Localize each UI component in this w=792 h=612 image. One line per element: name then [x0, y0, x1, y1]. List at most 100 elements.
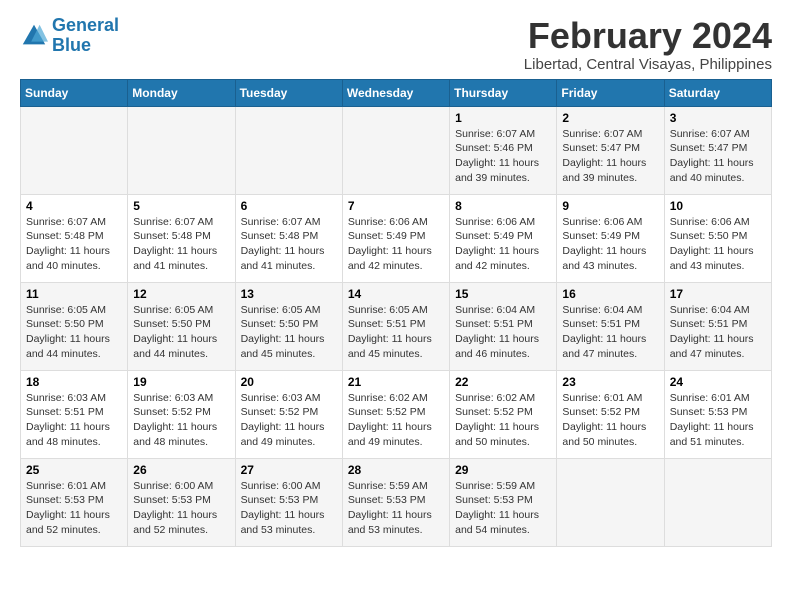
- day-info: Sunrise: 6:00 AM Sunset: 5:53 PM Dayligh…: [241, 479, 337, 538]
- calendar-cell: [664, 458, 771, 546]
- day-number: 10: [670, 199, 766, 213]
- calendar-cell: 16 Sunrise: 6:04 AM Sunset: 5:51 PM Dayli…: [557, 282, 664, 370]
- day-number: 20: [241, 375, 337, 389]
- month-title: February 2024: [524, 16, 772, 56]
- day-number: 9: [562, 199, 658, 213]
- calendar-cell: 21Sunrise: 6:02 AM Sunset: 5:52 PM Dayli…: [342, 370, 449, 458]
- weekday-header-wednesday: Wednesday: [342, 79, 449, 106]
- day-number: 18: [26, 375, 122, 389]
- calendar-cell: [557, 458, 664, 546]
- day-info: Sunrise: 6:03 AM Sunset: 5:51 PM Dayligh…: [26, 391, 122, 450]
- day-number: 7: [348, 199, 444, 213]
- weekday-header-saturday: Saturday: [664, 79, 771, 106]
- title-area: February 2024 Libertad, Central Visayas,…: [524, 16, 772, 73]
- calendar-cell: 17 Sunrise: 6:04 AM Sunset: 5:51 PM Dayli…: [664, 282, 771, 370]
- day-number: 26: [133, 463, 229, 477]
- calendar-week-row: 18 Sunrise: 6:03 AM Sunset: 5:51 PM Dayli…: [21, 370, 772, 458]
- calendar-cell: 28 Sunrise: 5:59 AM Sunset: 5:53 PM Dayli…: [342, 458, 449, 546]
- day-info: Sunrise: 6:03 AM Sunset: 5:52 PM Dayligh…: [133, 391, 229, 450]
- day-info: Sunrise: 6:00 AM Sunset: 5:53 PM Dayligh…: [133, 479, 229, 538]
- day-info: Sunrise: 5:59 AM Sunset: 5:53 PM Dayligh…: [455, 479, 551, 538]
- calendar-cell: 8Sunrise: 6:06 AM Sunset: 5:49 PM Daylig…: [450, 194, 557, 282]
- day-info: Sunrise: 6:05 AM Sunset: 5:50 PM Dayligh…: [26, 303, 122, 362]
- calendar-cell: 6 Sunrise: 6:07 AM Sunset: 5:48 PM Daylig…: [235, 194, 342, 282]
- calendar-cell: 9Sunrise: 6:06 AM Sunset: 5:49 PM Daylig…: [557, 194, 664, 282]
- calendar-cell: 29Sunrise: 5:59 AM Sunset: 5:53 PM Dayli…: [450, 458, 557, 546]
- day-info: Sunrise: 6:04 AM Sunset: 5:51 PM Dayligh…: [670, 303, 766, 362]
- day-info: Sunrise: 6:07 AM Sunset: 5:48 PM Dayligh…: [26, 215, 122, 274]
- day-info: Sunrise: 6:05 AM Sunset: 5:51 PM Dayligh…: [348, 303, 444, 362]
- day-number: 17: [670, 287, 766, 301]
- day-number: 28: [348, 463, 444, 477]
- day-number: 11: [26, 287, 122, 301]
- weekday-header-thursday: Thursday: [450, 79, 557, 106]
- weekday-header-monday: Monday: [128, 79, 235, 106]
- day-number: 6: [241, 199, 337, 213]
- weekday-header-sunday: Sunday: [21, 79, 128, 106]
- weekday-header-row: SundayMondayTuesdayWednesdayThursdayFrid…: [21, 79, 772, 106]
- calendar-cell: 3 Sunrise: 6:07 AM Sunset: 5:47 PM Daylig…: [664, 106, 771, 194]
- logo-text: General Blue: [52, 16, 119, 56]
- calendar-cell: [235, 106, 342, 194]
- day-info: Sunrise: 6:07 AM Sunset: 5:47 PM Dayligh…: [670, 127, 766, 186]
- day-info: Sunrise: 6:05 AM Sunset: 5:50 PM Dayligh…: [241, 303, 337, 362]
- day-info: Sunrise: 5:59 AM Sunset: 5:53 PM Dayligh…: [348, 479, 444, 538]
- day-number: 16: [562, 287, 658, 301]
- calendar-cell: [342, 106, 449, 194]
- day-info: Sunrise: 6:04 AM Sunset: 5:51 PM Dayligh…: [455, 303, 551, 362]
- day-info: Sunrise: 6:04 AM Sunset: 5:51 PM Dayligh…: [562, 303, 658, 362]
- calendar-cell: 5 Sunrise: 6:07 AM Sunset: 5:48 PM Daylig…: [128, 194, 235, 282]
- calendar-table: SundayMondayTuesdayWednesdayThursdayFrid…: [20, 79, 772, 547]
- calendar-cell: 12 Sunrise: 6:05 AM Sunset: 5:50 PM Dayli…: [128, 282, 235, 370]
- day-number: 22: [455, 375, 551, 389]
- calendar-week-row: 25 Sunrise: 6:01 AM Sunset: 5:53 PM Dayli…: [21, 458, 772, 546]
- day-number: 3: [670, 111, 766, 125]
- day-number: 19: [133, 375, 229, 389]
- day-number: 13: [241, 287, 337, 301]
- calendar-cell: 25 Sunrise: 6:01 AM Sunset: 5:53 PM Dayli…: [21, 458, 128, 546]
- logo-line1: General: [52, 15, 119, 35]
- day-info: Sunrise: 6:03 AM Sunset: 5:52 PM Dayligh…: [241, 391, 337, 450]
- calendar-cell: [21, 106, 128, 194]
- weekday-header-friday: Friday: [557, 79, 664, 106]
- day-info: Sunrise: 6:07 AM Sunset: 5:48 PM Dayligh…: [241, 215, 337, 274]
- day-info: Sunrise: 6:07 AM Sunset: 5:48 PM Dayligh…: [133, 215, 229, 274]
- calendar-cell: 10Sunrise: 6:06 AM Sunset: 5:50 PM Dayli…: [664, 194, 771, 282]
- day-info: Sunrise: 6:07 AM Sunset: 5:46 PM Dayligh…: [455, 127, 551, 186]
- day-number: 14: [348, 287, 444, 301]
- day-info: Sunrise: 6:06 AM Sunset: 5:49 PM Dayligh…: [455, 215, 551, 274]
- calendar-week-row: 4 Sunrise: 6:07 AM Sunset: 5:48 PM Daylig…: [21, 194, 772, 282]
- day-info: Sunrise: 6:01 AM Sunset: 5:52 PM Dayligh…: [562, 391, 658, 450]
- day-info: Sunrise: 6:07 AM Sunset: 5:47 PM Dayligh…: [562, 127, 658, 186]
- day-info: Sunrise: 6:02 AM Sunset: 5:52 PM Dayligh…: [348, 391, 444, 450]
- day-info: Sunrise: 6:02 AM Sunset: 5:52 PM Dayligh…: [455, 391, 551, 450]
- logo-icon: [20, 22, 48, 50]
- day-number: 12: [133, 287, 229, 301]
- day-number: 5: [133, 199, 229, 213]
- logo-line2: Blue: [52, 36, 119, 56]
- day-info: Sunrise: 6:05 AM Sunset: 5:50 PM Dayligh…: [133, 303, 229, 362]
- day-number: 25: [26, 463, 122, 477]
- calendar-cell: 19 Sunrise: 6:03 AM Sunset: 5:52 PM Dayli…: [128, 370, 235, 458]
- day-info: Sunrise: 6:01 AM Sunset: 5:53 PM Dayligh…: [670, 391, 766, 450]
- header: General Blue February 2024 Libertad, Cen…: [20, 16, 772, 73]
- calendar-cell: 4 Sunrise: 6:07 AM Sunset: 5:48 PM Daylig…: [21, 194, 128, 282]
- day-number: 1: [455, 111, 551, 125]
- calendar-cell: 13 Sunrise: 6:05 AM Sunset: 5:50 PM Dayli…: [235, 282, 342, 370]
- day-number: 15: [455, 287, 551, 301]
- day-number: 27: [241, 463, 337, 477]
- calendar-cell: 27 Sunrise: 6:00 AM Sunset: 5:53 PM Dayli…: [235, 458, 342, 546]
- calendar-cell: 23Sunrise: 6:01 AM Sunset: 5:52 PM Dayli…: [557, 370, 664, 458]
- calendar-cell: 14 Sunrise: 6:05 AM Sunset: 5:51 PM Dayli…: [342, 282, 449, 370]
- calendar-cell: 24Sunrise: 6:01 AM Sunset: 5:53 PM Dayli…: [664, 370, 771, 458]
- calendar-cell: 18 Sunrise: 6:03 AM Sunset: 5:51 PM Dayli…: [21, 370, 128, 458]
- calendar-cell: 20 Sunrise: 6:03 AM Sunset: 5:52 PM Dayli…: [235, 370, 342, 458]
- calendar-cell: 22 Sunrise: 6:02 AM Sunset: 5:52 PM Dayli…: [450, 370, 557, 458]
- calendar-week-row: 11 Sunrise: 6:05 AM Sunset: 5:50 PM Dayli…: [21, 282, 772, 370]
- calendar-cell: [128, 106, 235, 194]
- calendar-cell: 15 Sunrise: 6:04 AM Sunset: 5:51 PM Dayli…: [450, 282, 557, 370]
- day-number: 4: [26, 199, 122, 213]
- day-info: Sunrise: 6:01 AM Sunset: 5:53 PM Dayligh…: [26, 479, 122, 538]
- calendar-cell: 11 Sunrise: 6:05 AM Sunset: 5:50 PM Dayli…: [21, 282, 128, 370]
- weekday-header-tuesday: Tuesday: [235, 79, 342, 106]
